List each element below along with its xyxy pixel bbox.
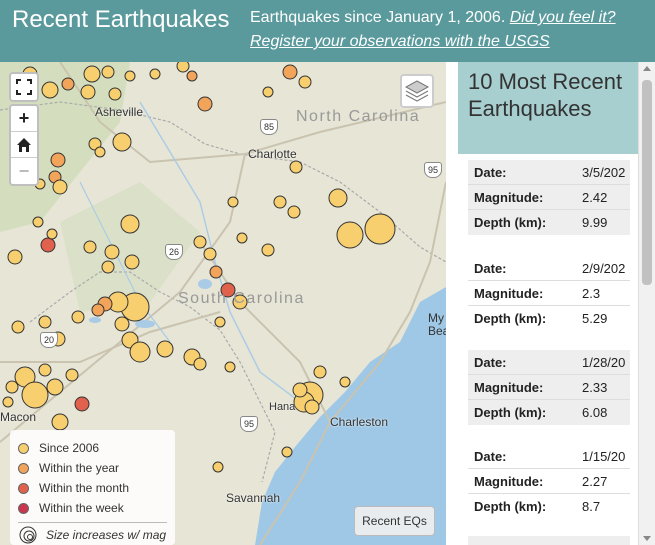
legend-item: Since 2006 bbox=[18, 438, 167, 458]
header-subtitle: Earthquakes since January 1, 2006. Did y… bbox=[250, 6, 650, 54]
map-label-beach: Bea bbox=[428, 324, 446, 338]
map-label-myrtle: My bbox=[428, 311, 444, 325]
map-label-charleston: Charleston bbox=[330, 415, 389, 429]
quake-card: Date: 2/9/202 Magnitude: 2.3 Depth (km): 5.… bbox=[468, 256, 630, 331]
recent-eqs-button[interactable]: Recent EQs bbox=[354, 506, 435, 536]
home-button[interactable] bbox=[11, 132, 37, 158]
layers-icon bbox=[404, 80, 430, 102]
quake-card: Date: 3/5/202 Magnitude: 2.42 Depth (km): 9… bbox=[468, 160, 630, 235]
highway-shield-20: 20 bbox=[40, 332, 58, 348]
legend-label: Within the week bbox=[39, 501, 124, 515]
map-label-asheville: Asheville bbox=[95, 105, 144, 119]
app-title: Recent Earthquakes bbox=[12, 6, 230, 33]
magnitude-label: Magnitude: bbox=[474, 379, 544, 395]
layers-control[interactable] bbox=[400, 74, 434, 108]
legend-item: Within the year bbox=[18, 458, 167, 478]
zoom-in-button[interactable]: + bbox=[11, 106, 37, 132]
quake-magnitude: 2.3 bbox=[582, 285, 601, 301]
magnitude-label: Magnitude: bbox=[474, 189, 544, 205]
fullscreen-icon bbox=[16, 79, 32, 95]
quake-card: Date: 1/15/20 Magnitude: 2.27 Depth (km): 8… bbox=[468, 444, 630, 519]
highway-shield-26: 26 bbox=[165, 244, 183, 260]
map-label-hanahan: Hana bbox=[269, 401, 296, 413]
size-circles-icon bbox=[19, 526, 37, 544]
magnitude-label: Magnitude: bbox=[474, 285, 544, 301]
map-legend: Since 2006 Within the year Within the mo… bbox=[10, 430, 175, 545]
quake-magnitude: 2.33 bbox=[582, 379, 608, 395]
quake-depth: 6.08 bbox=[582, 405, 608, 420]
legend-size-row: Size increases w/ mag bbox=[18, 525, 167, 545]
legend-size-note: Size increases w/ mag bbox=[46, 528, 167, 542]
highway-shield-85: 85 bbox=[260, 119, 278, 135]
map-label-south-carolina: South Carolina bbox=[178, 290, 305, 307]
quake-card: Date: 1/28/20 Magnitude: 2.33 Depth (km): 6… bbox=[468, 350, 630, 425]
map-label-myrtle-beach: My Bea bbox=[428, 312, 446, 338]
quake-depth: 8.7 bbox=[582, 499, 601, 514]
zoom-control: + − bbox=[9, 104, 39, 186]
date-label: Date: bbox=[474, 354, 507, 370]
panel-scrollbar[interactable] bbox=[638, 62, 655, 545]
highway-shield-95-south: 95 bbox=[240, 416, 258, 432]
highway-shield-95-north: 95 bbox=[424, 162, 442, 178]
register-observations-link[interactable]: Register your observations with the USGS bbox=[250, 33, 550, 50]
legend-label: Within the month bbox=[39, 481, 130, 495]
quake-date: 1/15/20 bbox=[582, 448, 626, 464]
date-label: Date: bbox=[474, 260, 507, 276]
legend-swatch-within-year bbox=[18, 462, 29, 474]
date-label: Date: bbox=[474, 164, 507, 180]
earthquake-map[interactable]: Asheville Charlotte North Carolina South… bbox=[0, 62, 446, 545]
quake-depth: 5.29 bbox=[582, 311, 608, 326]
subtitle-text: Earthquakes since January 1, 2006. bbox=[250, 9, 510, 26]
panel-title: 10 Most Recent Earthquakes bbox=[458, 62, 638, 154]
did-you-feel-it-link[interactable]: Did you feel it? bbox=[510, 9, 616, 26]
legend-label: Since 2006 bbox=[39, 441, 100, 455]
app-header: Recent Earthquakes Earthquakes since Jan… bbox=[0, 0, 655, 62]
map-label-charlotte: Charlotte bbox=[248, 147, 297, 161]
zoom-out-button[interactable]: − bbox=[11, 158, 37, 184]
recent-earthquakes-panel[interactable]: 10 Most Recent Earthquakes Date: 3/5/202 … bbox=[458, 62, 655, 545]
home-icon bbox=[17, 137, 31, 152]
depth-label: Depth (km): bbox=[474, 311, 547, 326]
depth-label: Depth (km): bbox=[474, 405, 547, 420]
quake-card-partial bbox=[468, 536, 630, 545]
scroll-up-arrow-icon[interactable] bbox=[643, 66, 651, 71]
quake-date: 2/9/202 bbox=[582, 260, 626, 276]
fullscreen-button[interactable] bbox=[11, 74, 37, 100]
magnitude-label: Magnitude: bbox=[474, 473, 544, 489]
legend-item: Within the month bbox=[18, 478, 167, 498]
legend-item: Within the week bbox=[18, 498, 167, 518]
legend-swatch-within-month bbox=[18, 482, 29, 494]
scroll-down-arrow-icon[interactable] bbox=[643, 536, 651, 541]
legend-swatch-within-week bbox=[18, 502, 29, 514]
quake-depth: 9.99 bbox=[582, 215, 608, 230]
map-label-savannah: Savannah bbox=[226, 491, 281, 505]
quake-magnitude: 2.27 bbox=[582, 473, 608, 489]
scroll-thumb[interactable] bbox=[642, 80, 652, 285]
depth-label: Depth (km): bbox=[474, 215, 547, 230]
date-label: Date: bbox=[474, 448, 507, 464]
quake-date: 1/28/20 bbox=[582, 354, 626, 370]
legend-label: Within the year bbox=[39, 461, 120, 475]
map-label-north-carolina: North Carolina bbox=[296, 108, 421, 125]
depth-label: Depth (km): bbox=[474, 499, 547, 514]
quake-date: 3/5/202 bbox=[582, 164, 626, 180]
legend-swatch-since-2006 bbox=[18, 442, 29, 454]
map-label-macon: Macon bbox=[0, 410, 37, 424]
fullscreen-control[interactable] bbox=[9, 72, 39, 102]
quake-magnitude: 2.42 bbox=[582, 189, 608, 205]
